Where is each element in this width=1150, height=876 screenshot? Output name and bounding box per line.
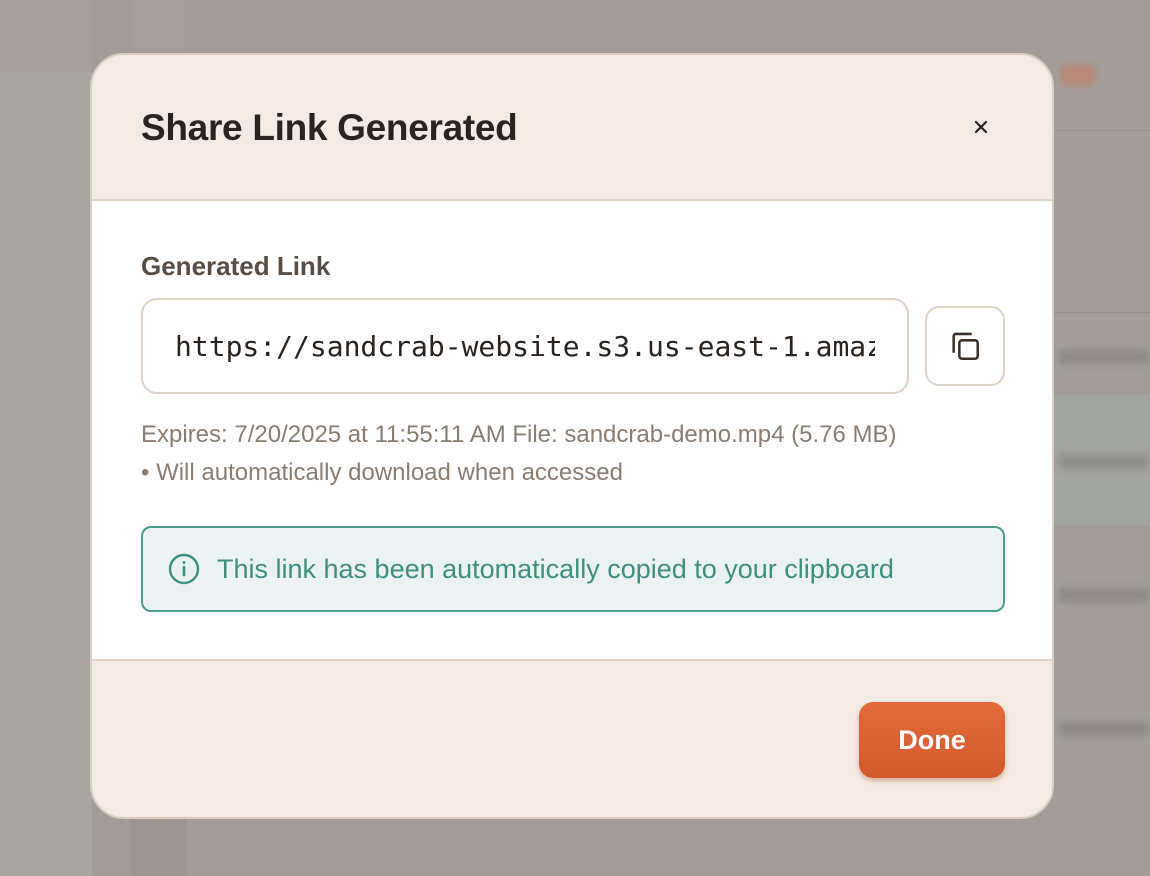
clipboard-notice: This link has been automatically copied … bbox=[141, 526, 1005, 612]
generated-link-field[interactable] bbox=[141, 298, 909, 394]
background-sidebar bbox=[0, 0, 92, 876]
background-text bbox=[1058, 722, 1150, 736]
close-button[interactable] bbox=[966, 112, 996, 142]
close-icon bbox=[974, 120, 988, 134]
share-link-dialog: Share Link Generated Generated Link Expi… bbox=[90, 53, 1054, 819]
link-details: Expires: 7/20/2025 at 11:55:11 AM File: … bbox=[141, 416, 897, 492]
background-sidebar-header bbox=[0, 0, 92, 72]
dialog-header: Share Link Generated bbox=[92, 55, 1052, 201]
clipboard-notice-text: This link has been automatically copied … bbox=[217, 553, 894, 584]
background-divider bbox=[1054, 312, 1150, 313]
generated-link-label: Generated Link bbox=[141, 251, 331, 281]
background-text bbox=[1058, 588, 1150, 602]
copy-icon bbox=[952, 332, 980, 361]
expiry-info: Expires: 7/20/2025 at 11:55:11 AM File: … bbox=[141, 421, 897, 448]
dialog-title: Share Link Generated bbox=[141, 107, 518, 148]
background-text bbox=[1058, 350, 1150, 364]
background-text bbox=[1058, 455, 1150, 469]
background-accent-badge bbox=[1060, 64, 1096, 86]
copy-link-button[interactable] bbox=[925, 306, 1005, 386]
info-icon bbox=[167, 552, 201, 586]
done-button[interactable]: Done bbox=[859, 702, 1005, 778]
dialog-body: Generated Link Expires: 7/20/2025 at 11:… bbox=[92, 201, 1052, 661]
background-block bbox=[130, 820, 186, 876]
background-divider bbox=[1054, 130, 1150, 131]
download-note: • Will automatically download when acces… bbox=[141, 459, 623, 486]
